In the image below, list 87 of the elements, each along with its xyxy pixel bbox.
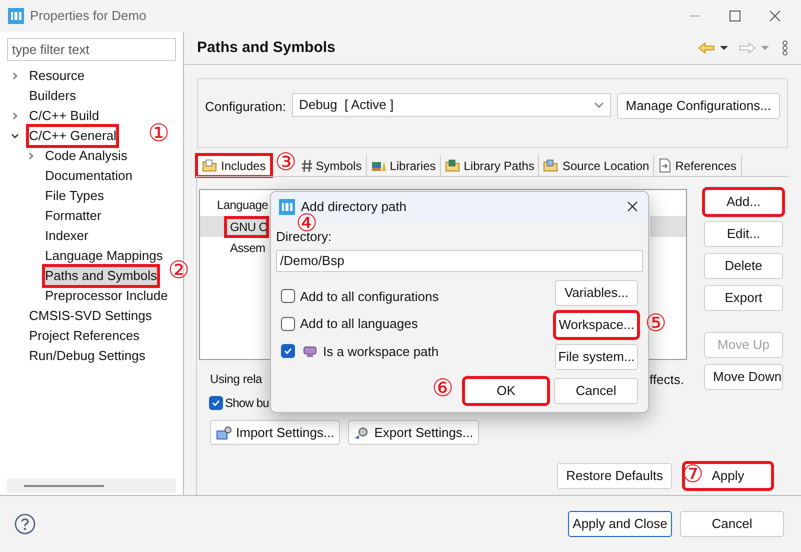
tab[interactable]: Library Paths [440,155,540,176]
close-icon[interactable] [769,10,781,22]
list-header: Language [216,197,268,214]
option-label: Add to all configurations [300,288,439,306]
checkbox[interactable] [209,396,223,410]
checkbox[interactable] [281,316,295,331]
tree-item[interactable]: File Types [44,186,106,206]
option-label: Add to all languages [300,315,418,333]
checkbox[interactable] [281,344,295,358]
step-number: ⑥ [432,377,454,399]
tree-item[interactable]: Language Mappings [44,246,164,266]
filter-field[interactable]: type filter text [7,38,176,61]
tab[interactable]: Symbols [296,155,367,176]
step-number: ④ [296,212,318,234]
chevron-right-icon[interactable] [10,71,20,81]
close-icon[interactable] [627,201,638,212]
import-icon [216,426,232,440]
step-number: ③ [275,151,297,173]
help-icon[interactable] [14,513,36,535]
ide-logo-icon [8,8,24,24]
export-settings-button[interactable]: Export Settings... [348,420,480,445]
footer-button[interactable]: Apply and Close [568,511,672,537]
restore-defaults-button[interactable]: Restore Defaults [557,463,672,489]
chevron-right-icon[interactable] [26,151,36,161]
ok-button[interactable]: OK [464,378,548,404]
tree-item[interactable]: Project References [28,326,141,346]
tree-item[interactable]: Builders [28,86,77,106]
button[interactable]: Export [704,285,783,311]
list-row[interactable]: Assem [200,237,272,258]
tab[interactable]: Includes [197,155,271,176]
window-title: Properties for Demo [30,7,146,26]
tree-item[interactable]: Formatter [44,206,102,226]
check-icon [283,346,293,356]
checkbox[interactable] [281,289,295,304]
button[interactable]: File system... [555,344,638,370]
manage-configurations-button[interactable]: Manage Configurations... [616,93,780,119]
import-settings-button[interactable]: Import Settings... [210,420,340,445]
chevron-down-icon[interactable] [10,131,20,141]
button[interactable]: Delete [704,253,783,279]
tab[interactable]: Libraries [366,155,441,176]
step-number: ① [148,122,170,144]
configuration-label: Configuration: [205,98,286,116]
step-number: ② [168,259,190,281]
horizontal-scrollbar[interactable] [7,478,176,493]
tree-item[interactable]: C/C++ General [28,126,118,146]
tree-item[interactable]: Preprocessor Include [44,286,169,306]
button[interactable]: Edit... [704,221,783,247]
include-folder-icon [202,159,218,173]
chevron-down-icon[interactable] [594,102,604,108]
library-folder-icon [444,158,461,172]
more-icon[interactable] [782,40,788,56]
tree-item[interactable]: CMSIS-SVD Settings [28,306,153,326]
page-title: Paths and Symbols [197,38,336,58]
tree-item[interactable]: Resource [28,66,86,86]
tree-item[interactable]: Documentation [44,166,134,186]
cancel-button[interactable]: Cancel [554,378,638,404]
document-arrow-icon [658,158,672,173]
dialog-title: Add directory path [301,198,407,214]
note-text: Using rela [210,371,262,388]
maximize-icon[interactable] [729,10,741,22]
tree-item[interactable]: Indexer [44,226,90,246]
button[interactable]: Variables... [555,280,638,306]
button[interactable]: Workspace... [555,312,638,338]
note-text: ffects. [650,371,684,389]
configuration-select[interactable]: Debug [ Active ] [292,93,611,117]
dropdown-icon[interactable] [720,45,728,51]
tab[interactable]: References [654,155,742,176]
checkbox-label: Show bu [225,395,269,412]
tree-item[interactable]: Paths and Symbols [44,266,158,286]
selection-highlight [650,216,686,237]
hash-icon [300,158,313,172]
chevron-right-icon[interactable] [10,111,20,121]
footer-button[interactable]: Cancel [680,511,784,537]
export-icon [354,426,370,440]
source-folder-icon [543,158,560,172]
option-label: Is a workspace path [323,342,439,361]
ide-logo-icon [279,198,295,214]
tree-item[interactable]: C/C++ Build [28,106,100,126]
step-number: ⑤ [645,312,667,334]
button[interactable]: Move Down [704,364,783,390]
tree-item[interactable]: Code Analysis [44,146,128,166]
tab[interactable]: Source Location [539,155,654,176]
tree-item[interactable]: Run/Debug Settings [28,346,146,366]
button[interactable]: Add... [704,189,783,215]
list-row-label: Assem [229,240,266,256]
check-icon [211,398,221,408]
directory-field[interactable]: /Demo/Bsp [276,250,643,272]
